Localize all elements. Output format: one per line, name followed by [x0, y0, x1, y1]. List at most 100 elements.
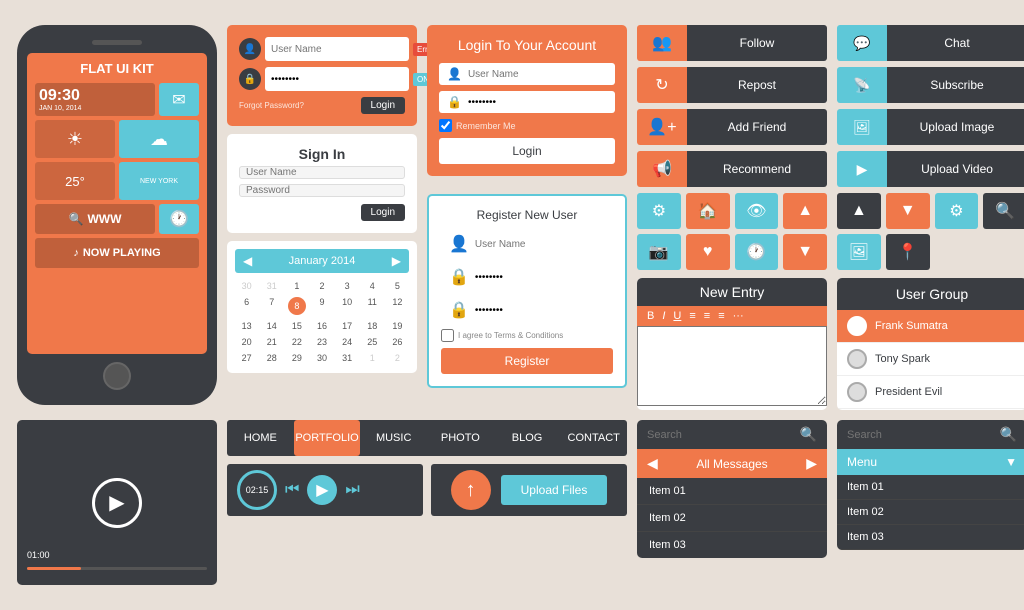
entry-textarea[interactable]	[637, 326, 827, 406]
message-item[interactable]: Item 03	[637, 532, 827, 558]
menu-item[interactable]: Item 03	[837, 525, 1024, 550]
add-friend-button-row[interactable]: 👤+ Add Friend	[637, 109, 827, 145]
user-item[interactable]: Silly Spider	[837, 409, 1024, 410]
calendar-day-22[interactable]: 22	[285, 335, 308, 349]
username-input[interactable]	[265, 37, 409, 61]
calendar-day-15[interactable]: 15	[285, 319, 308, 333]
register-confirm-input[interactable]	[475, 305, 605, 316]
login-account-button[interactable]: Login	[439, 138, 615, 164]
camera-icon-btn[interactable]: 📷	[637, 234, 681, 270]
follow-button-row[interactable]: 👥 Follow	[637, 25, 827, 61]
clock-icon-btn[interactable]: 🕐	[735, 234, 779, 270]
calendar-day-18[interactable]: 18	[361, 319, 384, 333]
calendar-day-16[interactable]: 16	[310, 319, 333, 333]
phone-music[interactable]: ♪ NOW PLAYING	[35, 238, 199, 268]
search-icon-btn[interactable]: 🔍	[983, 193, 1024, 229]
calendar-day-5[interactable]: 5	[386, 279, 409, 293]
settings-icon-btn[interactable]: ⚙	[637, 193, 681, 229]
message-item[interactable]: Item 01	[637, 478, 827, 505]
calendar-day-31[interactable]: 31	[260, 279, 283, 293]
user-group-search-input[interactable]	[847, 429, 994, 441]
underline-button[interactable]: U	[671, 310, 683, 322]
calendar-day-3[interactable]: 3	[336, 279, 359, 293]
user-item[interactable]: Tony Spark	[837, 343, 1024, 376]
nav-item-photo[interactable]: PHOTO	[427, 420, 494, 456]
calendar-day-14[interactable]: 14	[260, 319, 283, 333]
calendar-day-30[interactable]: 30	[235, 279, 258, 293]
terms-checkbox[interactable]	[441, 329, 454, 342]
recommend-button-row[interactable]: 📢 Recommend	[637, 151, 827, 187]
login-button-top[interactable]: Login	[361, 97, 405, 114]
align-right-button[interactable]: ≡	[716, 310, 726, 322]
calendar-day-28[interactable]: 28	[260, 351, 283, 365]
calendar-day-23[interactable]: 23	[310, 335, 333, 349]
phone-home-button[interactable]	[103, 362, 131, 390]
nav-item-blog[interactable]: BLOG	[494, 420, 561, 456]
calendar-prev-button[interactable]: ◀	[243, 254, 252, 268]
login-account-username-input[interactable]	[468, 69, 607, 80]
eye-icon-btn[interactable]: 👁	[735, 193, 779, 229]
calendar-day-27[interactable]: 27	[235, 351, 258, 365]
video-progress-bar[interactable]	[27, 567, 207, 570]
nav-item-portfolio[interactable]: PORTFOLIO	[294, 420, 361, 456]
calendar-next-button[interactable]: ▶	[392, 254, 401, 268]
calendar-day-25[interactable]: 25	[361, 335, 384, 349]
nav-item-music[interactable]: MUSIC	[360, 420, 427, 456]
align-center-button[interactable]: ≡	[702, 310, 712, 322]
nav-item-home[interactable]: HOME	[227, 420, 294, 456]
audio-play-button[interactable]: ▶	[307, 475, 337, 505]
menu-item[interactable]: Item 02	[837, 500, 1024, 525]
calendar-day-12[interactable]: 12	[386, 295, 409, 317]
user-item[interactable]: President Evil	[837, 376, 1024, 409]
calendar-day-13[interactable]: 13	[235, 319, 258, 333]
messages-next-button[interactable]: ▶	[806, 455, 817, 472]
calendar-day-4[interactable]: 4	[361, 279, 384, 293]
location-icon-btn[interactable]: 📍	[886, 234, 930, 270]
calendar-day-29[interactable]: 29	[285, 351, 308, 365]
heart-icon-btn[interactable]: ♥	[686, 234, 730, 270]
image-icon-btn[interactable]: 🖼	[837, 234, 881, 270]
repost-button-row[interactable]: ↻ Repost	[637, 67, 827, 103]
calendar-day-19[interactable]: 19	[386, 319, 409, 333]
remember-checkbox[interactable]	[439, 119, 452, 132]
home-icon-btn[interactable]: 🏠	[686, 193, 730, 229]
calendar-day-9[interactable]: 9	[310, 295, 333, 317]
calendar-day-2[interactable]: 2	[386, 351, 409, 365]
message-item[interactable]: Item 02	[637, 505, 827, 532]
messages-search-input[interactable]	[647, 429, 794, 441]
messages-prev-button[interactable]: ◀	[647, 455, 658, 472]
register-button[interactable]: Register	[441, 348, 613, 374]
register-username-input[interactable]	[475, 239, 605, 250]
calendar-day-8[interactable]: 8	[285, 295, 308, 317]
calendar-day-26[interactable]: 26	[386, 335, 409, 349]
upload-video-button-row[interactable]: ▶ Upload Video	[837, 151, 1024, 187]
calendar-day-24[interactable]: 24	[336, 335, 359, 349]
user-item[interactable]: Frank Sumatra	[837, 310, 1024, 343]
calendar-day-2[interactable]: 2	[310, 279, 333, 293]
sign-in-username[interactable]	[239, 166, 405, 179]
calendar-day-30[interactable]: 30	[310, 351, 333, 365]
calendar-day-6[interactable]: 6	[235, 295, 258, 317]
password-input[interactable]	[265, 67, 409, 91]
upload-files-button[interactable]: Upload Files	[501, 475, 608, 505]
italic-button[interactable]: I	[660, 310, 667, 322]
calendar-day-17[interactable]: 17	[336, 319, 359, 333]
video-play-button[interactable]: ▶	[92, 478, 142, 528]
subscribe-button-row[interactable]: 📡 Subscribe	[837, 67, 1024, 103]
audio-next-button[interactable]: ⏭	[345, 481, 359, 499]
more-options-button[interactable]: ···	[731, 310, 746, 322]
calendar-day-11[interactable]: 11	[361, 295, 384, 317]
calendar-day-1[interactable]: 1	[361, 351, 384, 365]
calendar-day-31[interactable]: 31	[336, 351, 359, 365]
sign-in-password[interactable]	[239, 184, 405, 197]
calendar-day-7[interactable]: 7	[260, 295, 283, 317]
chevron-up-icon-btn[interactable]: ▲	[783, 193, 827, 229]
nav-item-contact[interactable]: CONTACT	[560, 420, 627, 456]
calendar-day-1[interactable]: 1	[285, 279, 308, 293]
calendar-day-10[interactable]: 10	[336, 295, 359, 317]
register-password-input[interactable]	[475, 272, 605, 283]
audio-prev-button[interactable]: ⏮	[285, 481, 299, 499]
calendar-day-20[interactable]: 20	[235, 335, 258, 349]
chevron-down-icon-btn[interactable]: ▼	[783, 234, 827, 270]
phone-www[interactable]: 🔍 WWW	[35, 204, 155, 234]
